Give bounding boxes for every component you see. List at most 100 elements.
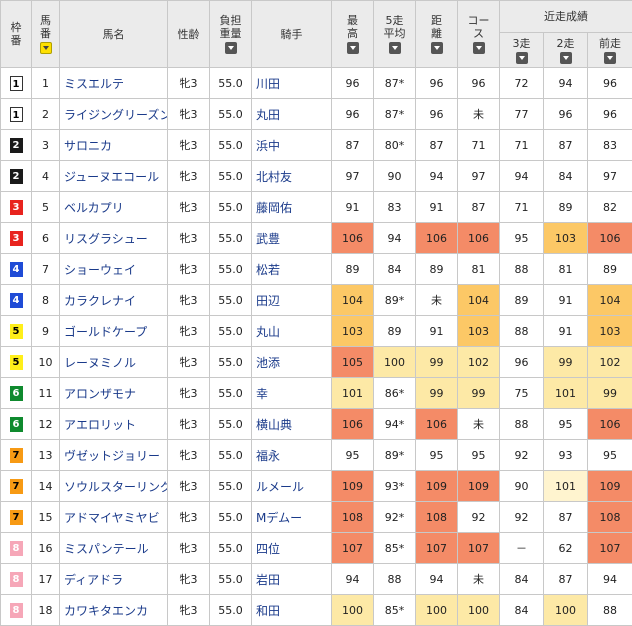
weight-cell: 55.0 (210, 285, 252, 316)
sort-distance-icon[interactable] (431, 42, 443, 54)
col-umaban-header[interactable]: 馬 番 (32, 1, 60, 68)
sort-weight-icon[interactable] (225, 42, 237, 54)
sexage-cell: 牝3 (168, 254, 210, 285)
waku-cell: 2 (1, 130, 32, 161)
course-cell: 87 (458, 192, 500, 223)
recent2-cell: 101 (544, 471, 588, 502)
jockey-link[interactable]: 武豊 (252, 223, 332, 254)
col-best-header[interactable]: 最 高 (332, 1, 374, 68)
horse-name-link[interactable]: ヴゼットジョリー (60, 440, 168, 471)
horse-name-link[interactable]: ゴールドケープ (60, 316, 168, 347)
jockey-link[interactable]: 川田 (252, 68, 332, 99)
sexage-cell: 牝3 (168, 409, 210, 440)
waku-cell: 5 (1, 347, 32, 378)
horse-name-link[interactable]: カラクレナイ (60, 285, 168, 316)
sort-avg5-icon[interactable] (389, 42, 401, 54)
sort-recent1-icon[interactable] (604, 52, 616, 64)
sort-course-icon[interactable] (473, 42, 485, 54)
recent1-cell: 83 (588, 130, 632, 161)
horse-name-link[interactable]: ジューヌエコール (60, 161, 168, 192)
course-cell: 未 (458, 564, 500, 595)
weight-cell: 55.0 (210, 99, 252, 130)
horse-name-link[interactable]: ライジングリーズン (60, 99, 168, 130)
waku-badge: 5 (10, 355, 23, 370)
col-distance-header[interactable]: 距 離 (416, 1, 458, 68)
jockey-link[interactable]: 田辺 (252, 285, 332, 316)
horse-name-link[interactable]: リスグラシュー (60, 223, 168, 254)
horse-name-link[interactable]: サロニカ (60, 130, 168, 161)
recent1-cell: 94 (588, 564, 632, 595)
horse-name-link[interactable]: アロンザモナ (60, 378, 168, 409)
distance-cell: 100 (416, 595, 458, 626)
col-recent1-header[interactable]: 前走 (588, 33, 632, 68)
jockey-link[interactable]: 北村友 (252, 161, 332, 192)
horse-name-link[interactable]: アドマイヤミヤビ (60, 502, 168, 533)
course-cell: 100 (458, 595, 500, 626)
table-row: 817ディアドラ牝355.0岩田948894未848794 (1, 564, 632, 595)
avg5-cell: 92* (374, 502, 416, 533)
horse-name-link[interactable]: ショーウェイ (60, 254, 168, 285)
horse-name-link[interactable]: ソウルスターリング (60, 471, 168, 502)
horse-name-link[interactable]: ベルカプリ (60, 192, 168, 223)
sort-recent3-icon[interactable] (516, 52, 528, 64)
weight-cell: 55.0 (210, 440, 252, 471)
avg5-cell: 85* (374, 595, 416, 626)
sort-recent2-icon[interactable] (560, 52, 572, 64)
best-cell: 94 (332, 564, 374, 595)
waku-cell: 7 (1, 471, 32, 502)
table-row: 48カラクレナイ牝355.0田辺10489*未1048991104 (1, 285, 632, 316)
jockey-link[interactable]: 丸田 (252, 99, 332, 130)
horse-name-link[interactable]: ディアドラ (60, 564, 168, 595)
course-cell: 107 (458, 533, 500, 564)
course-cell: 71 (458, 130, 500, 161)
table-row: 11ミスエルテ牝355.0川田9687*9696729496 (1, 68, 632, 99)
col-course-header[interactable]: コー ス (458, 1, 500, 68)
avg5-cell: 94* (374, 409, 416, 440)
course-cell: 96 (458, 68, 500, 99)
jockey-link[interactable]: 池添 (252, 347, 332, 378)
col-recent3-header[interactable]: 3走 (500, 33, 544, 68)
recent3-cell: 92 (500, 502, 544, 533)
waku-badge: 7 (10, 448, 23, 463)
distance-cell: 96 (416, 68, 458, 99)
recent1-cell: 106 (588, 409, 632, 440)
jockey-link[interactable]: 藤岡佑 (252, 192, 332, 223)
horse-name-link[interactable]: ミスパンテール (60, 533, 168, 564)
waku-badge: 2 (10, 138, 23, 153)
col-weight-header[interactable]: 負担 重量 (210, 1, 252, 68)
col-waku-label-2: 番 (1, 34, 31, 47)
avg5-cell: 93* (374, 471, 416, 502)
sexage-cell: 牝3 (168, 440, 210, 471)
horse-name-link[interactable]: カワキタエンカ (60, 595, 168, 626)
jockey-link[interactable]: 幸 (252, 378, 332, 409)
jockey-link[interactable]: 岩田 (252, 564, 332, 595)
best-cell: 89 (332, 254, 374, 285)
sort-active-icon[interactable] (40, 42, 52, 54)
jockey-link[interactable]: 丸山 (252, 316, 332, 347)
col-avg5-header[interactable]: 5走 平均 (374, 1, 416, 68)
recent2-cell: 87 (544, 564, 588, 595)
jockey-link[interactable]: 松若 (252, 254, 332, 285)
avg5-cell: 89 (374, 316, 416, 347)
horse-name-link[interactable]: アエロリット (60, 409, 168, 440)
jockey-link[interactable]: 福永 (252, 440, 332, 471)
waku-cell: 7 (1, 440, 32, 471)
course-cell: 109 (458, 471, 500, 502)
avg5-cell: 89* (374, 440, 416, 471)
jockey-link[interactable]: ルメール (252, 471, 332, 502)
horse-name-link[interactable]: ミスエルテ (60, 68, 168, 99)
jockey-link[interactable]: 横山典 (252, 409, 332, 440)
best-cell: 100 (332, 595, 374, 626)
distance-cell: 99 (416, 347, 458, 378)
col-recent2-header[interactable]: 2走 (544, 33, 588, 68)
jockey-link[interactable]: 和田 (252, 595, 332, 626)
jockey-link[interactable]: Mデムー (252, 502, 332, 533)
umaban-cell: 12 (32, 409, 60, 440)
table-row: 713ヴゼットジョリー牝355.0福永9589*9595929395 (1, 440, 632, 471)
jockey-link[interactable]: 浜中 (252, 130, 332, 161)
sort-best-icon[interactable] (347, 42, 359, 54)
horse-name-link[interactable]: レーヌミノル (60, 347, 168, 378)
jockey-link[interactable]: 四位 (252, 533, 332, 564)
col-waku-header[interactable]: 枠 番 (1, 1, 32, 68)
recent3-cell: 84 (500, 595, 544, 626)
